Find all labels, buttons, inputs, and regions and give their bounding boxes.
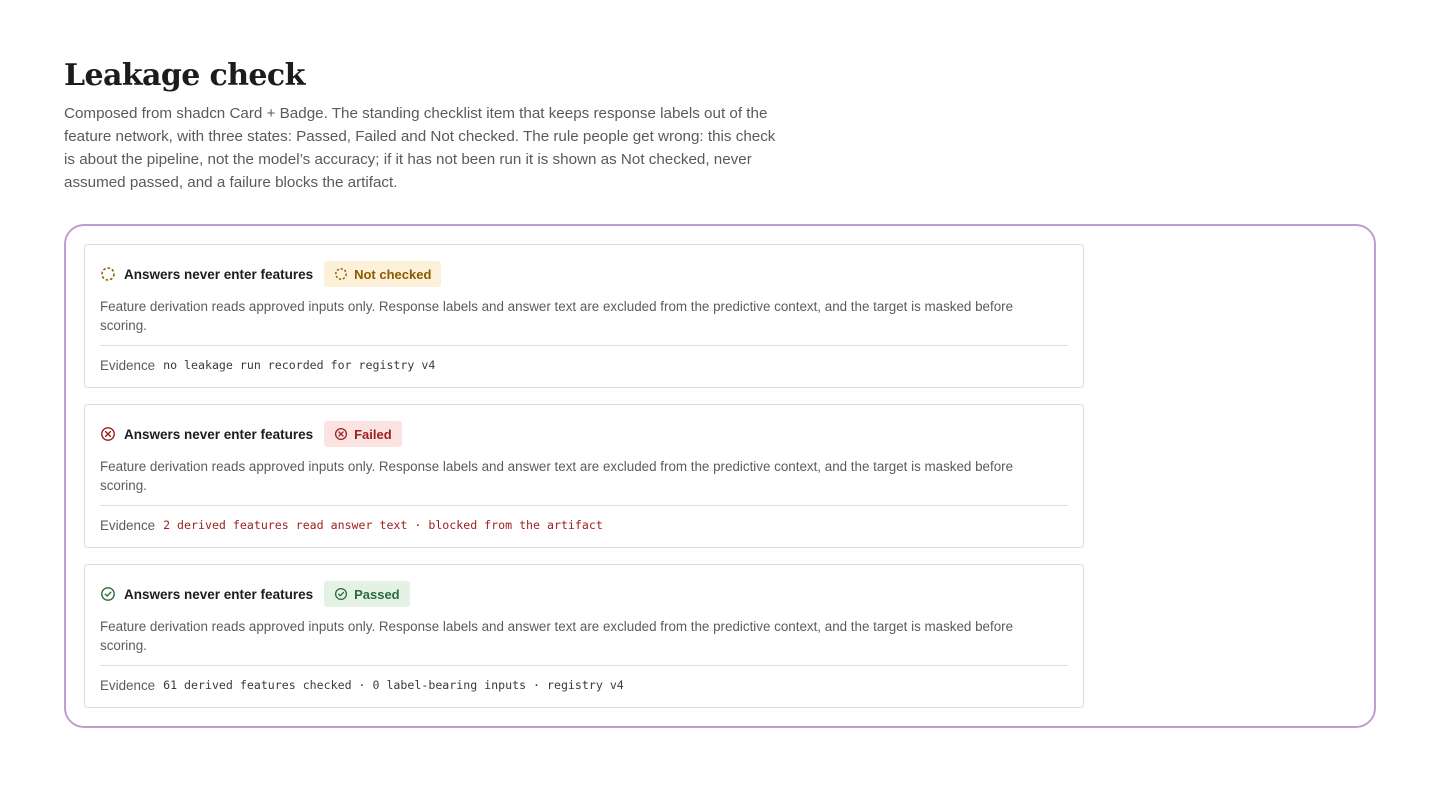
card-divider xyxy=(100,345,1068,346)
card-header: Answers never enter features Not checked xyxy=(100,261,442,287)
card-title: Answers never enter features xyxy=(124,586,314,602)
card-description: Feature derivation reads approved inputs… xyxy=(100,619,1014,653)
card-description: Feature derivation reads approved inputs… xyxy=(100,459,1014,493)
badge-label: Failed xyxy=(354,426,392,442)
badge-label: Not checked xyxy=(354,266,432,282)
check-circle-icon xyxy=(334,587,348,601)
card-list: Answers never enter features Not checked… xyxy=(84,244,1084,724)
check-card-passed: Answers never enter features Passed Feat… xyxy=(84,564,1084,708)
card-title: Answers never enter features xyxy=(124,266,314,282)
card-divider xyxy=(100,665,1068,666)
evidence-label: Evidence xyxy=(100,517,156,533)
x-circle-icon xyxy=(100,426,116,442)
card-divider xyxy=(100,505,1068,506)
preview-frame: Answers never enter features Not checked… xyxy=(64,224,1376,728)
dashed-circle-icon xyxy=(100,266,116,282)
evidence-value: 2 derived features read answer text · bl… xyxy=(163,518,603,532)
evidence-label: Evidence xyxy=(100,677,156,693)
card-title: Answers never enter features xyxy=(124,426,314,442)
evidence-row: Evidence 61 derived features checked · 0… xyxy=(100,675,624,695)
evidence-value: 61 derived features checked · 0 label-be… xyxy=(163,678,624,692)
status-badge-passed: Passed xyxy=(324,581,410,607)
status-badge-not-checked: Not checked xyxy=(324,261,442,287)
evidence-value: no leakage run recorded for registry v4 xyxy=(163,358,436,372)
badge-label: Passed xyxy=(354,586,400,602)
evidence-label: Evidence xyxy=(100,357,156,373)
card-description: Feature derivation reads approved inputs… xyxy=(100,299,1014,333)
dashed-circle-icon xyxy=(334,267,348,281)
status-badge-failed: Failed xyxy=(324,421,402,447)
page-description: Composed from shadcn Card + Badge. The s… xyxy=(64,105,776,191)
check-card-not-checked: Answers never enter features Not checked… xyxy=(84,244,1084,388)
page-title: Leakage check xyxy=(64,58,305,93)
card-header: Answers never enter features Failed xyxy=(100,421,402,447)
x-circle-icon xyxy=(334,427,348,441)
card-header: Answers never enter features Passed xyxy=(100,581,410,607)
evidence-row: Evidence 2 derived features read answer … xyxy=(100,515,603,535)
page-header: Leakage check Composed from shadcn Card … xyxy=(64,56,1376,194)
evidence-row: Evidence no leakage run recorded for reg… xyxy=(100,355,435,375)
check-card-failed: Answers never enter features Failed Feat… xyxy=(84,404,1084,548)
check-circle-icon xyxy=(100,586,116,602)
